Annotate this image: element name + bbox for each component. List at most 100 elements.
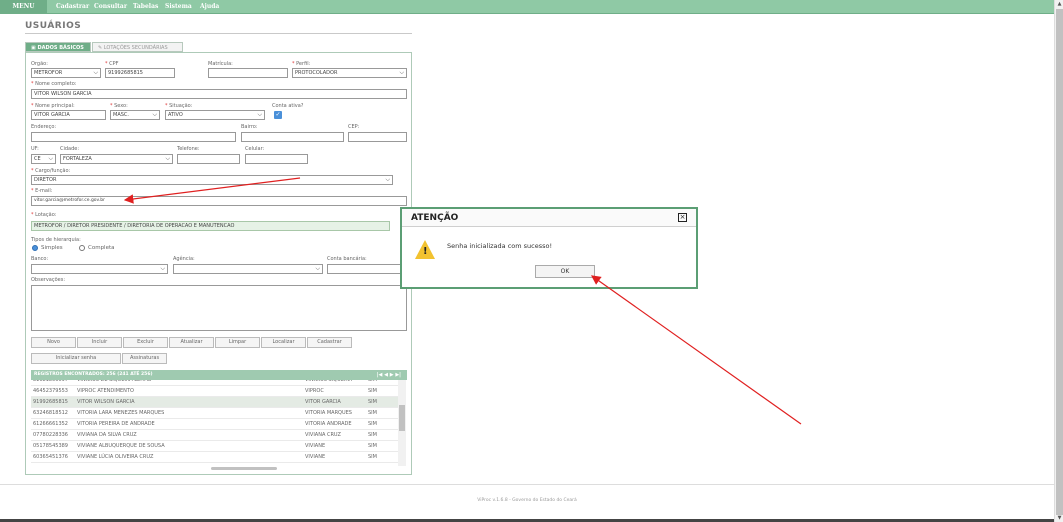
form-panel: Orgão: METROFOR * CPF 91992685815 Matríc… xyxy=(25,52,412,475)
excluir-button[interactable]: Excluir xyxy=(123,337,168,348)
orgao-select[interactable]: METROFOR xyxy=(31,68,101,78)
table-row[interactable]: 60365451376 VIVIANE LÚCIA OLIVEIRA CRUZ VI… xyxy=(31,452,399,463)
atualizar-button[interactable]: Atualizar xyxy=(169,337,214,348)
menu-item-sistema[interactable]: Sistema xyxy=(165,0,192,14)
hierarquia-simples-radio[interactable] xyxy=(32,245,38,251)
cell-ativo: SIM xyxy=(368,388,377,394)
banco-select[interactable] xyxy=(31,264,168,274)
conta-ativa-label: Conta ativa? xyxy=(272,103,304,109)
endereco-label: Endereço: xyxy=(31,124,57,130)
email-label: * E-mail: xyxy=(31,188,53,194)
grid-horizontal-scrollbar[interactable] xyxy=(211,467,277,470)
table-row[interactable]: 91992685815 VITOR WILSON GARCIA VITOR GARC… xyxy=(31,397,399,408)
perfil-select[interactable]: PROTOCOLADOR xyxy=(292,68,407,78)
grid-scrollbar[interactable] xyxy=(398,380,406,466)
top-menu-bar: MENU Cadastrar Consultar Tabelas Sistema… xyxy=(0,0,1054,14)
cell-nome: VITORIA LARA MENEZES MARQUES xyxy=(77,410,165,416)
scrollbar-thumb[interactable] xyxy=(1056,9,1063,515)
nome-principal-field[interactable]: VITOR GARCIA xyxy=(31,110,106,120)
cep-field[interactable] xyxy=(348,132,407,142)
grid-pager[interactable]: |◀ ◀ ▶ ▶| xyxy=(377,370,401,380)
menu-item-ajuda[interactable]: Ajuda xyxy=(200,0,219,14)
tab-dados-basicos[interactable]: ▣ DADOS BÁSICOS xyxy=(25,42,91,52)
grid-header: REGISTROS ENCONTRADOS: 256 (241 ATÉ 256)… xyxy=(31,370,407,380)
cell-principal: VIVIANE xyxy=(305,454,326,460)
cep-label: CEP: xyxy=(348,124,360,130)
observacoes-label: Observações: xyxy=(31,277,66,283)
bairro-label: Bairro: xyxy=(241,124,258,130)
table-row[interactable]: 46452379553 VIPROC ATENDIMENTO VIPROC SIM xyxy=(31,386,399,397)
email-field[interactable]: vitor.garcia@metrofor.ce.gov.br xyxy=(31,196,407,206)
nome-completo-label: * Nome completo: xyxy=(31,81,77,87)
cell-principal: VIVIANE xyxy=(305,443,326,449)
alert-message: Senha inicializada com sucesso! xyxy=(447,242,553,250)
novo-button[interactable]: Novo xyxy=(31,337,76,348)
cell-nome: VIVIANA DA SILVA CRUZ xyxy=(77,432,137,438)
localizar-button[interactable]: Localizar xyxy=(261,337,306,348)
cell-principal: VITOR GARCIA xyxy=(305,399,341,405)
cell-ativo: SIM xyxy=(368,399,377,405)
cidade-label: Cidade: xyxy=(60,146,80,152)
hierarquia-completa-radio[interactable] xyxy=(79,245,85,251)
uf-select[interactable]: CE xyxy=(31,154,56,164)
alert-dialog: ATENÇÃO × ! Senha inicializada com suces… xyxy=(400,207,698,289)
cell-ativo: SIM xyxy=(368,432,377,438)
celular-field[interactable] xyxy=(245,154,308,164)
table-row[interactable]: 63246818512 VITORIA LARA MENEZES MARQUES V… xyxy=(31,408,399,419)
table-row[interactable]: 07780228336 VIVIANA DA SILVA CRUZ VIVIANA … xyxy=(31,430,399,441)
footer-divider xyxy=(0,484,1054,485)
cell-ativo: SIM xyxy=(368,410,377,416)
assinaturas-button[interactable]: Assinaturas xyxy=(122,353,167,364)
orgao-label: Orgão: xyxy=(31,61,48,67)
cidade-select[interactable]: FORTALEZA xyxy=(60,154,173,164)
cell-cpf: 60365451376 xyxy=(33,454,68,460)
situacao-select[interactable]: ATIVO xyxy=(165,110,265,120)
cargo-label: * Cargo/função: xyxy=(31,168,71,174)
bairro-field[interactable] xyxy=(241,132,344,142)
menu-item-cadastrar[interactable]: Cadastrar xyxy=(56,0,89,14)
cpf-field[interactable]: 91992685815 xyxy=(105,68,175,78)
cell-cpf: 46452379553 xyxy=(33,388,68,394)
menu-button[interactable]: MENU xyxy=(0,0,47,14)
cadastrar-button[interactable]: Cadastrar xyxy=(307,337,352,348)
cell-principal: VITORIA MARQUES xyxy=(305,410,352,416)
limpar-button[interactable]: Limpar xyxy=(215,337,260,348)
annotation-arrow-ok xyxy=(591,275,802,425)
observacoes-textarea[interactable] xyxy=(31,285,407,331)
uf-label: UF: xyxy=(31,146,39,152)
cell-cpf: 61266661352 xyxy=(33,421,68,427)
warning-icon-mark: ! xyxy=(423,246,428,257)
lotacao-field[interactable]: METROFOR / DIRETOR PRESIDENTE / DIRETORI… xyxy=(31,221,390,231)
table-row[interactable]: 61266661352 VITORIA PEREIRA DE ANDRADE VIT… xyxy=(31,419,399,430)
agencia-label: Agência: xyxy=(173,256,195,262)
nome-completo-field[interactable]: VITOR WILSON GARCIA xyxy=(31,89,407,99)
table-row[interactable]: 05178545389 VIVIANE ALBUQUERQUE DE SOUSA V… xyxy=(31,441,399,452)
cell-nome: VITORIA PEREIRA DE ANDRADE xyxy=(77,421,155,427)
endereco-field[interactable] xyxy=(31,132,236,142)
page-scrollbar[interactable]: ▲ ▼ xyxy=(1054,0,1063,522)
telefone-field[interactable] xyxy=(177,154,240,164)
alert-dialog-header: ATENÇÃO × xyxy=(402,209,696,227)
ok-button[interactable]: OK xyxy=(535,265,595,278)
cargo-select[interactable]: DIRETOR xyxy=(31,175,393,185)
tab-lotacoes-secundarias[interactable]: ✎ LOTAÇÕES SECUNDÁRIAS xyxy=(92,42,183,52)
grid-scrollbar-thumb[interactable] xyxy=(399,405,405,431)
conta-ativa-checkbox[interactable]: ✓ xyxy=(274,111,282,119)
alert-dialog-title: ATENÇÃO xyxy=(411,213,459,223)
menu-item-consultar[interactable]: Consultar xyxy=(94,0,127,14)
matricula-label: Matrícula: xyxy=(208,61,233,67)
matricula-field[interactable] xyxy=(208,68,288,78)
agencia-select[interactable] xyxy=(173,264,323,274)
grid-record-count: REGISTROS ENCONTRADOS: 256 (241 ATÉ 256) xyxy=(34,372,153,377)
conta-bancaria-field[interactable] xyxy=(327,264,407,274)
sexo-select[interactable]: MASC. xyxy=(110,110,160,120)
cell-nome: VIPROC ATENDIMENTO xyxy=(77,388,134,394)
scroll-down-icon[interactable]: ▼ xyxy=(1056,514,1063,522)
cell-cpf: 63246818512 xyxy=(33,410,68,416)
close-icon[interactable]: × xyxy=(678,213,687,222)
incluir-button[interactable]: Incluir xyxy=(77,337,122,348)
menu-item-tabelas[interactable]: Tabelas xyxy=(133,0,158,14)
inicializar-senha-button[interactable]: Inicializar senha xyxy=(31,353,121,364)
scroll-up-icon[interactable]: ▲ xyxy=(1056,0,1063,8)
cell-ativo: SIM xyxy=(368,421,377,427)
